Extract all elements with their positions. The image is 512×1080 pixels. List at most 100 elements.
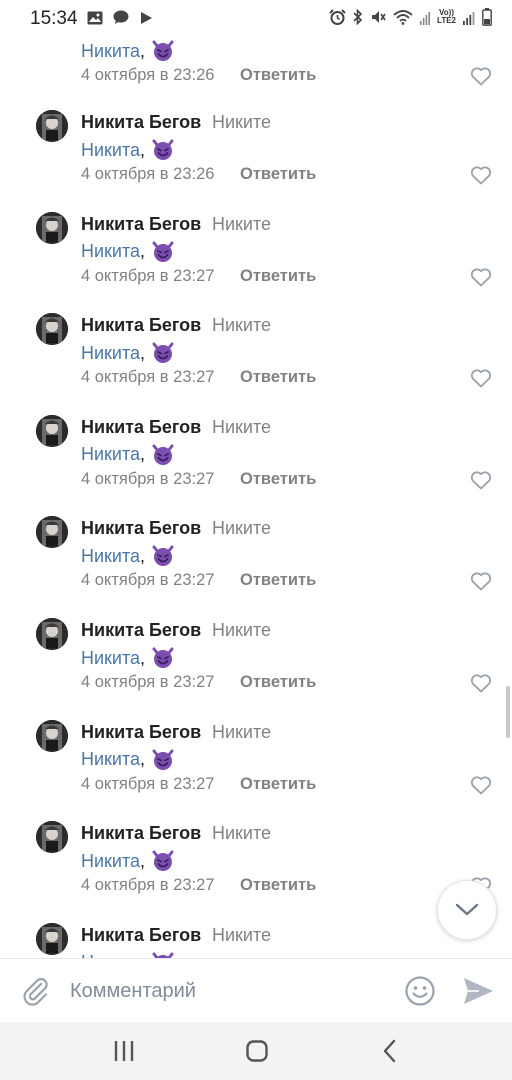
comma-text: , xyxy=(140,545,146,566)
send-icon[interactable] xyxy=(461,975,495,1007)
reply-button[interactable]: Ответить xyxy=(240,673,316,692)
mention-link[interactable]: Никита xyxy=(81,241,140,262)
comment-item: Никита Бегов Никите Никита, 4 октября в … xyxy=(0,414,512,517)
devil-emoji-icon xyxy=(152,342,174,364)
comment-body: Никита, xyxy=(81,443,175,467)
avatar-image xyxy=(36,414,68,447)
author-name[interactable]: Никита Бегов xyxy=(81,315,201,336)
comma-text: , xyxy=(140,850,146,871)
comment-item: Никита Бегов Никите Никита, 4 октября в … xyxy=(0,516,512,618)
mention-link[interactable]: Никита xyxy=(81,41,140,62)
scrollbar[interactable] xyxy=(506,686,510,738)
author-name[interactable]: Никита Бегов xyxy=(81,518,201,539)
author-name[interactable]: Никита Бегов xyxy=(81,214,201,235)
scroll-down-button[interactable] xyxy=(437,880,497,940)
home-icon[interactable] xyxy=(242,1036,272,1066)
avatar[interactable] xyxy=(36,719,68,752)
avatar-image xyxy=(36,313,68,346)
author-name[interactable]: Никита Бегов xyxy=(81,620,201,641)
system-nav-bar xyxy=(0,1022,512,1080)
comment-body: Никита, xyxy=(81,341,175,365)
reply-button[interactable]: Ответить xyxy=(240,470,316,489)
mention-link[interactable]: Никита xyxy=(81,343,140,364)
recent-apps-icon[interactable] xyxy=(109,1036,139,1066)
heart-icon[interactable] xyxy=(470,470,492,490)
avatar[interactable] xyxy=(36,313,68,346)
comment-body: Никита, xyxy=(81,849,175,873)
bluetooth-icon xyxy=(353,9,363,25)
avatar-image xyxy=(36,719,68,752)
comment-list[interactable]: Никита, 4 октября в 23:26 Ответить Никит… xyxy=(0,38,512,958)
volte-icon: Vo)) LTE2 xyxy=(437,9,456,25)
comma-text: , xyxy=(140,241,146,262)
comment-input[interactable] xyxy=(70,971,390,1011)
devil-emoji-icon xyxy=(152,545,174,567)
signal-icon-2 xyxy=(463,12,475,25)
avatar[interactable] xyxy=(36,414,68,447)
paperclip-icon[interactable] xyxy=(20,975,52,1007)
comma-text: , xyxy=(140,647,146,668)
comment-item-partial: Никита, 4 октября в 23:26 Ответить xyxy=(0,38,512,113)
author-name[interactable]: Никита Бегов xyxy=(81,417,201,438)
comment-item: Никита Бегов Никите Никита, xyxy=(0,922,512,958)
devil-emoji-icon xyxy=(152,952,174,958)
comment-body: Никита, xyxy=(81,951,175,958)
heart-icon[interactable] xyxy=(470,775,492,795)
heart-icon[interactable] xyxy=(470,571,492,591)
status-left-icons xyxy=(87,10,153,25)
comment-body: Никита, xyxy=(81,748,175,772)
reply-button[interactable]: Ответить xyxy=(240,775,316,794)
author-name[interactable]: Никита Бегов xyxy=(81,823,201,844)
mention-link[interactable]: Никита xyxy=(81,546,140,567)
heart-icon[interactable] xyxy=(470,368,492,388)
avatar-image xyxy=(36,516,68,549)
avatar[interactable] xyxy=(36,110,68,142)
heart-icon[interactable] xyxy=(470,165,492,185)
reply-button[interactable]: Ответить xyxy=(240,571,316,590)
avatar[interactable] xyxy=(36,516,68,549)
mention-link[interactable]: Никита xyxy=(81,749,140,770)
author-name[interactable]: Никита Бегов xyxy=(81,722,201,743)
mention-link[interactable]: Никита xyxy=(81,444,140,465)
avatar-image xyxy=(36,922,68,955)
reply-button[interactable]: Ответить xyxy=(240,368,316,387)
heart-icon[interactable] xyxy=(470,66,492,86)
reply-to-name: Никите xyxy=(212,213,272,234)
smile-icon[interactable] xyxy=(404,975,436,1007)
avatar-image xyxy=(36,821,68,854)
status-bar: 15:34 Vo)) LTE2 xyxy=(0,0,512,38)
reply-button[interactable]: Ответить xyxy=(240,267,316,286)
mention-link[interactable]: Никита xyxy=(81,140,140,161)
comment-date: 4 октября в 23:27 xyxy=(81,368,215,387)
reply-button[interactable]: Ответить xyxy=(240,66,316,85)
avatar[interactable] xyxy=(36,618,68,650)
reply-to-name: Никите xyxy=(212,721,272,742)
heart-icon[interactable] xyxy=(470,673,492,693)
mention-link[interactable]: Никита xyxy=(81,648,140,669)
play-icon xyxy=(141,11,152,24)
comma-text: , xyxy=(140,139,146,160)
comment-date: 4 октября в 23:26 xyxy=(81,165,215,183)
devil-emoji-icon xyxy=(152,647,174,668)
avatar[interactable] xyxy=(36,211,68,244)
comment-body: Никита, xyxy=(81,646,175,670)
wifi-icon xyxy=(393,10,413,25)
author-name[interactable]: Никита Бегов xyxy=(81,112,201,133)
comment-body: Никита, xyxy=(81,544,175,568)
back-icon[interactable] xyxy=(376,1036,406,1066)
reply-to-name: Никите xyxy=(212,924,272,945)
comma-text: , xyxy=(140,749,146,770)
chevron-down-icon xyxy=(455,903,479,916)
reply-button[interactable]: Ответить xyxy=(240,876,316,895)
avatar[interactable] xyxy=(36,821,68,854)
mention-link[interactable]: Никита xyxy=(81,851,140,872)
reply-to-name: Никите xyxy=(212,315,272,336)
avatar[interactable] xyxy=(36,922,68,955)
heart-icon[interactable] xyxy=(470,267,492,287)
comment-item: Никита Бегов Никите Никита, 4 октября в … xyxy=(0,821,512,923)
status-time: 15:34 xyxy=(30,8,78,29)
author-name[interactable]: Никита Бегов xyxy=(81,925,201,946)
reply-button[interactable]: Ответить xyxy=(240,165,316,184)
comment-date: 4 октября в 23:27 xyxy=(81,571,215,590)
alarm-icon xyxy=(329,9,346,25)
